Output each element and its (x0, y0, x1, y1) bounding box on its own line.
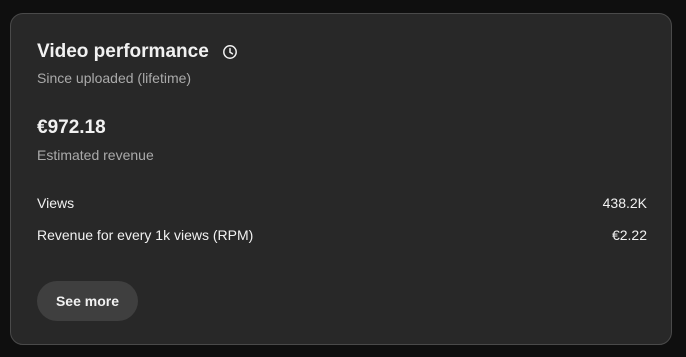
estimated-revenue-label: Estimated revenue (37, 147, 154, 163)
metric-value: 438.2K (602, 195, 647, 211)
card-header: Video performance (37, 40, 238, 64)
clock-history-icon[interactable] (222, 44, 238, 60)
metric-label: Views (37, 195, 75, 211)
video-performance-card: Video performance Since uploaded (lifeti… (10, 13, 672, 345)
metric-row-rpm: Revenue for every 1k views (RPM) €2.22 (37, 226, 647, 244)
metric-value: €2.22 (611, 227, 647, 243)
estimated-revenue-value: €972.18 (37, 117, 106, 138)
see-more-button[interactable]: See more (37, 281, 138, 321)
metric-row-views: Views 438.2K (37, 194, 647, 212)
card-title: Video performance (37, 41, 209, 62)
card-subtitle: Since uploaded (lifetime) (37, 70, 192, 86)
metric-label: Revenue for every 1k views (RPM) (37, 227, 254, 243)
